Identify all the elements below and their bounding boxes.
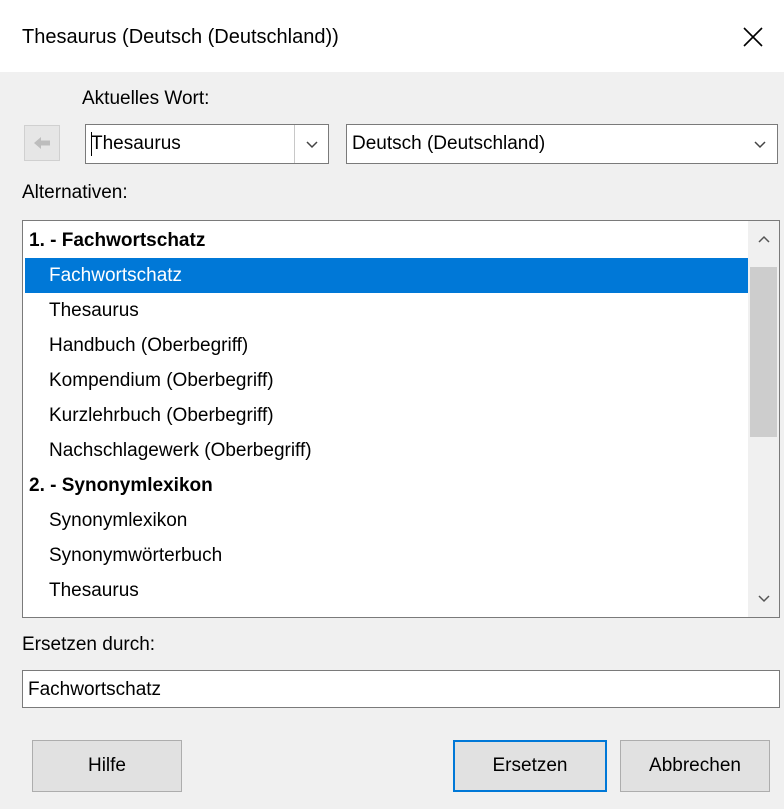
list-item[interactable]: Synonymlexikon (25, 503, 749, 538)
chevron-down-icon (754, 141, 766, 149)
list-item[interactable]: Fachwortschatz (25, 258, 749, 293)
title-bar: Thesaurus (Deutsch (Deutschland)) (0, 0, 784, 72)
alternatives-scrollbar[interactable] (748, 221, 779, 617)
arrow-left-icon (34, 137, 50, 149)
list-heading[interactable]: 2. - Synonymlexikon (25, 468, 749, 503)
list-item[interactable]: Thesaurus (25, 573, 749, 608)
scrollbar-thumb[interactable] (750, 267, 777, 437)
replace-with-input[interactable]: Fachwortschatz (22, 670, 780, 708)
current-word-value: Thesaurus (91, 133, 181, 154)
scroll-up-button[interactable] (748, 225, 779, 255)
list-item[interactable]: Kompendium (Oberbegriff) (25, 363, 749, 398)
list-item[interactable]: Kurzlehrbuch (Oberbegriff) (25, 398, 749, 433)
window-title: Thesaurus (Deutsch (Deutschland)) (22, 26, 339, 48)
list-item[interactable]: Thesaurus (25, 293, 749, 328)
help-button[interactable]: Hilfe (32, 740, 182, 792)
list-item[interactable]: Nachschlagewerk (Oberbegriff) (25, 433, 749, 468)
close-button[interactable] (736, 20, 770, 54)
back-button[interactable] (24, 125, 60, 161)
cancel-button[interactable]: Abbrechen (620, 740, 770, 792)
current-word-dropdown-button[interactable] (294, 125, 328, 163)
alternatives-list[interactable]: 1. - Fachwortschatz Fachwortschatz Thesaur… (22, 220, 780, 618)
alternatives-label: Alternativen: (22, 182, 128, 203)
replace-with-value: Fachwortschatz (28, 679, 162, 700)
scroll-down-button[interactable] (748, 583, 779, 613)
language-dropdown-button[interactable] (743, 125, 777, 163)
language-combobox[interactable]: Deutsch (Deutschland) (346, 124, 778, 164)
current-word-combobox[interactable]: Thesaurus (85, 124, 329, 164)
chevron-down-icon (305, 141, 318, 149)
close-icon (743, 27, 763, 47)
replace-button[interactable]: Ersetzen (453, 740, 607, 792)
list-heading[interactable]: 1. - Fachwortschatz (25, 223, 749, 258)
list-item[interactable]: Synonymwörterbuch (25, 538, 749, 573)
current-word-label: Aktuelles Wort: (82, 88, 210, 109)
language-value: Deutsch (Deutschland) (352, 133, 546, 154)
chevron-up-icon (757, 235, 770, 243)
list-item[interactable]: Handbuch (Oberbegriff) (25, 328, 749, 363)
chevron-down-icon (757, 595, 770, 603)
replace-with-label: Ersetzen durch: (22, 634, 156, 655)
